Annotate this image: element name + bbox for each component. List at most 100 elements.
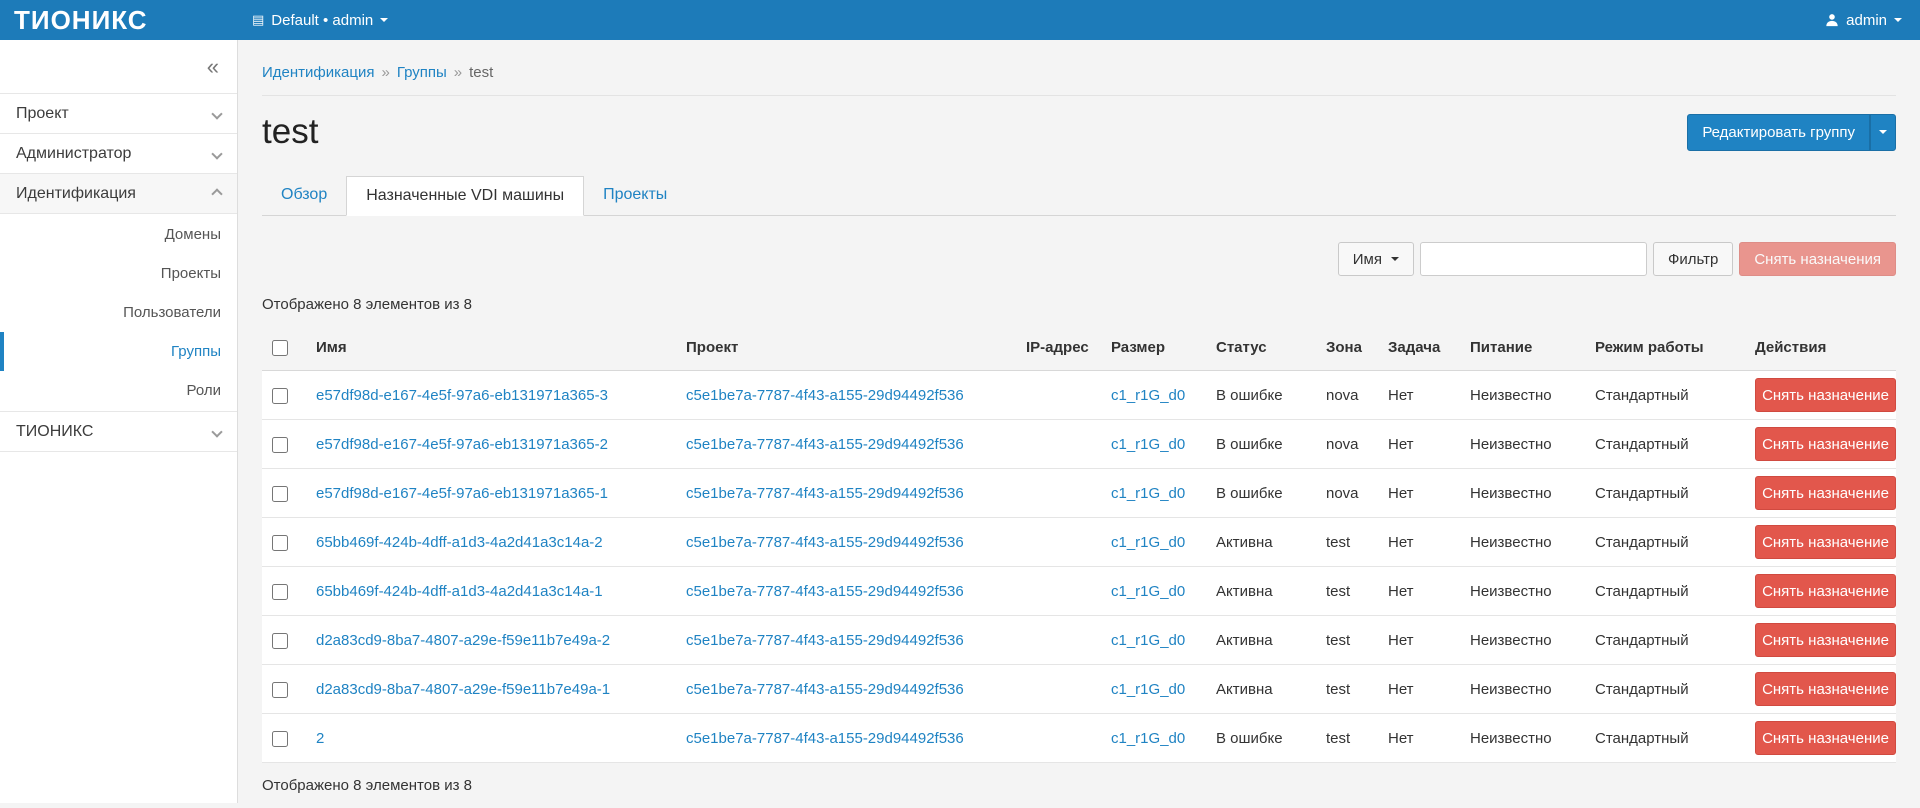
cell-power: Неизвестно — [1460, 665, 1585, 714]
cell-task: Нет — [1378, 420, 1460, 469]
row-checkbox[interactable] — [272, 388, 288, 404]
instance-link[interactable]: e57df98d-e167-4e5f-97a6-eb131971a365-3 — [316, 387, 608, 404]
select-all-checkbox[interactable] — [272, 340, 288, 356]
row-checkbox[interactable] — [272, 633, 288, 649]
caret-down-icon — [1391, 257, 1399, 261]
flavor-link[interactable]: c1_r1G_d0 — [1111, 534, 1185, 551]
tab-vdi[interactable]: Назначенные VDI машины — [346, 176, 584, 216]
row-checkbox[interactable] — [272, 486, 288, 502]
flavor-link[interactable]: c1_r1G_d0 — [1111, 583, 1185, 600]
cell-size: c1_r1G_d0 — [1101, 567, 1206, 616]
cell-actions: Снять назначение — [1745, 420, 1896, 469]
cell-mode: Стандартный — [1585, 469, 1745, 518]
project-link[interactable]: c5e1be7a-7787-4f43-a155-29d94492f536 — [686, 387, 964, 404]
column-header-ip: IP-адрес — [1016, 325, 1101, 371]
sidebar-menu: ПроектАдминистраторИдентификацияДоменыПр… — [0, 94, 237, 452]
cell-select — [262, 567, 306, 616]
cell-select — [262, 371, 306, 420]
instance-link[interactable]: d2a83cd9-8ba7-4807-a29e-f59e11b7e49a-2 — [316, 632, 610, 649]
flavor-link[interactable]: c1_r1G_d0 — [1111, 632, 1185, 649]
flavor-link[interactable]: c1_r1G_d0 — [1111, 730, 1185, 747]
project-link[interactable]: c5e1be7a-7787-4f43-a155-29d94492f536 — [686, 583, 964, 600]
filter-input[interactable] — [1420, 242, 1647, 276]
context-switcher[interactable]: ▤ Default • admin — [252, 12, 388, 29]
instance-link[interactable]: 2 — [316, 730, 324, 747]
table-row: 65bb469f-424b-4dff-a1d3-4a2d41a3c14a-2 c5… — [262, 518, 1896, 567]
cell-project: c5e1be7a-7787-4f43-a155-29d94492f536 — [676, 665, 1016, 714]
sidebar-item-users[interactable]: Пользователи — [0, 293, 237, 332]
unassign-button[interactable]: Снять назначение — [1755, 623, 1896, 657]
filter-button[interactable]: Фильтр — [1653, 242, 1733, 276]
cell-ip — [1016, 665, 1101, 714]
unassign-button[interactable]: Снять назначение — [1755, 574, 1896, 608]
sidebar-item-domains[interactable]: Домены — [0, 215, 237, 254]
sidebar-section-tionix[interactable]: ТИОНИКС — [0, 412, 237, 452]
project-link[interactable]: c5e1be7a-7787-4f43-a155-29d94492f536 — [686, 534, 964, 551]
cell-mode: Стандартный — [1585, 616, 1745, 665]
cell-status: В ошибке — [1206, 371, 1316, 420]
unassign-button[interactable]: Снять назначение — [1755, 525, 1896, 559]
user-menu[interactable]: admin — [1825, 12, 1920, 29]
cell-select — [262, 518, 306, 567]
unassign-button[interactable]: Снять назначение — [1755, 378, 1896, 412]
table-row: d2a83cd9-8ba7-4807-a29e-f59e11b7e49a-2 c5… — [262, 616, 1896, 665]
instance-link[interactable]: e57df98d-e167-4e5f-97a6-eb131971a365-1 — [316, 485, 608, 502]
project-link[interactable]: c5e1be7a-7787-4f43-a155-29d94492f536 — [686, 632, 964, 649]
row-checkbox[interactable] — [272, 584, 288, 600]
tab-overview[interactable]: Обзор — [262, 176, 346, 216]
main-content: Идентификация»Группы»test test Редактиро… — [238, 0, 1920, 808]
select-all-header — [262, 325, 306, 371]
sidebar-item-projects[interactable]: Проекты — [0, 254, 237, 293]
column-header-status: Статус — [1206, 325, 1316, 371]
sidebar-collapse-button[interactable]: « — [207, 56, 219, 78]
cell-task: Нет — [1378, 371, 1460, 420]
instance-link[interactable]: 65bb469f-424b-4dff-a1d3-4a2d41a3c14a-1 — [316, 583, 603, 600]
row-checkbox[interactable] — [272, 731, 288, 747]
brand-logo[interactable]: ТИОНИКС — [0, 5, 238, 36]
table-row: 65bb469f-424b-4dff-a1d3-4a2d41a3c14a-1 c5… — [262, 567, 1896, 616]
tab-projects[interactable]: Проекты — [584, 176, 686, 216]
cell-task: Нет — [1378, 567, 1460, 616]
edit-group-dropdown-toggle[interactable] — [1870, 114, 1896, 151]
cell-actions: Снять назначение — [1745, 518, 1896, 567]
cell-actions: Снять назначение — [1745, 616, 1896, 665]
sidebar-submenu: ДоменыПроектыПользователиГруппыРоли — [0, 214, 237, 412]
sidebar-item-groups[interactable]: Группы — [0, 332, 237, 371]
sidebar-section-project[interactable]: Проект — [0, 94, 237, 134]
project-link[interactable]: c5e1be7a-7787-4f43-a155-29d94492f536 — [686, 436, 964, 453]
page-title: test — [262, 112, 318, 152]
row-checkbox[interactable] — [272, 437, 288, 453]
cell-actions: Снять назначение — [1745, 665, 1896, 714]
unassign-button[interactable]: Снять назначение — [1755, 476, 1896, 510]
cell-actions: Снять назначение — [1745, 371, 1896, 420]
flavor-link[interactable]: c1_r1G_d0 — [1111, 387, 1185, 404]
instance-link[interactable]: e57df98d-e167-4e5f-97a6-eb131971a365-2 — [316, 436, 608, 453]
unassign-button[interactable]: Снять назначение — [1755, 721, 1896, 755]
row-checkbox[interactable] — [272, 682, 288, 698]
cell-mode: Стандартный — [1585, 371, 1745, 420]
cell-power: Неизвестно — [1460, 567, 1585, 616]
cell-status: Активна — [1206, 567, 1316, 616]
filter-field-button[interactable]: Имя — [1338, 242, 1414, 276]
sidebar-section-admin[interactable]: Администратор — [0, 134, 237, 174]
cell-name: 65bb469f-424b-4dff-a1d3-4a2d41a3c14a-1 — [306, 567, 676, 616]
instance-link[interactable]: 65bb469f-424b-4dff-a1d3-4a2d41a3c14a-2 — [316, 534, 603, 551]
project-link[interactable]: c5e1be7a-7787-4f43-a155-29d94492f536 — [686, 681, 964, 698]
flavor-link[interactable]: c1_r1G_d0 — [1111, 485, 1185, 502]
bulk-unassign-button[interactable]: Снять назначения — [1739, 242, 1896, 276]
project-link[interactable]: c5e1be7a-7787-4f43-a155-29d94492f536 — [686, 730, 964, 747]
breadcrumb-link[interactable]: Идентификация — [262, 64, 374, 81]
sidebar-section-identity[interactable]: Идентификация — [0, 174, 237, 214]
breadcrumb-link[interactable]: Группы — [397, 64, 447, 81]
row-checkbox[interactable] — [272, 535, 288, 551]
unassign-button[interactable]: Снять назначение — [1755, 427, 1896, 461]
cell-mode: Стандартный — [1585, 567, 1745, 616]
project-link[interactable]: c5e1be7a-7787-4f43-a155-29d94492f536 — [686, 485, 964, 502]
sidebar-item-roles[interactable]: Роли — [0, 371, 237, 410]
unassign-button[interactable]: Снять назначение — [1755, 672, 1896, 706]
cell-status: Активна — [1206, 665, 1316, 714]
flavor-link[interactable]: c1_r1G_d0 — [1111, 681, 1185, 698]
instance-link[interactable]: d2a83cd9-8ba7-4807-a29e-f59e11b7e49a-1 — [316, 681, 610, 698]
edit-group-button[interactable]: Редактировать группу — [1687, 114, 1870, 151]
flavor-link[interactable]: c1_r1G_d0 — [1111, 436, 1185, 453]
